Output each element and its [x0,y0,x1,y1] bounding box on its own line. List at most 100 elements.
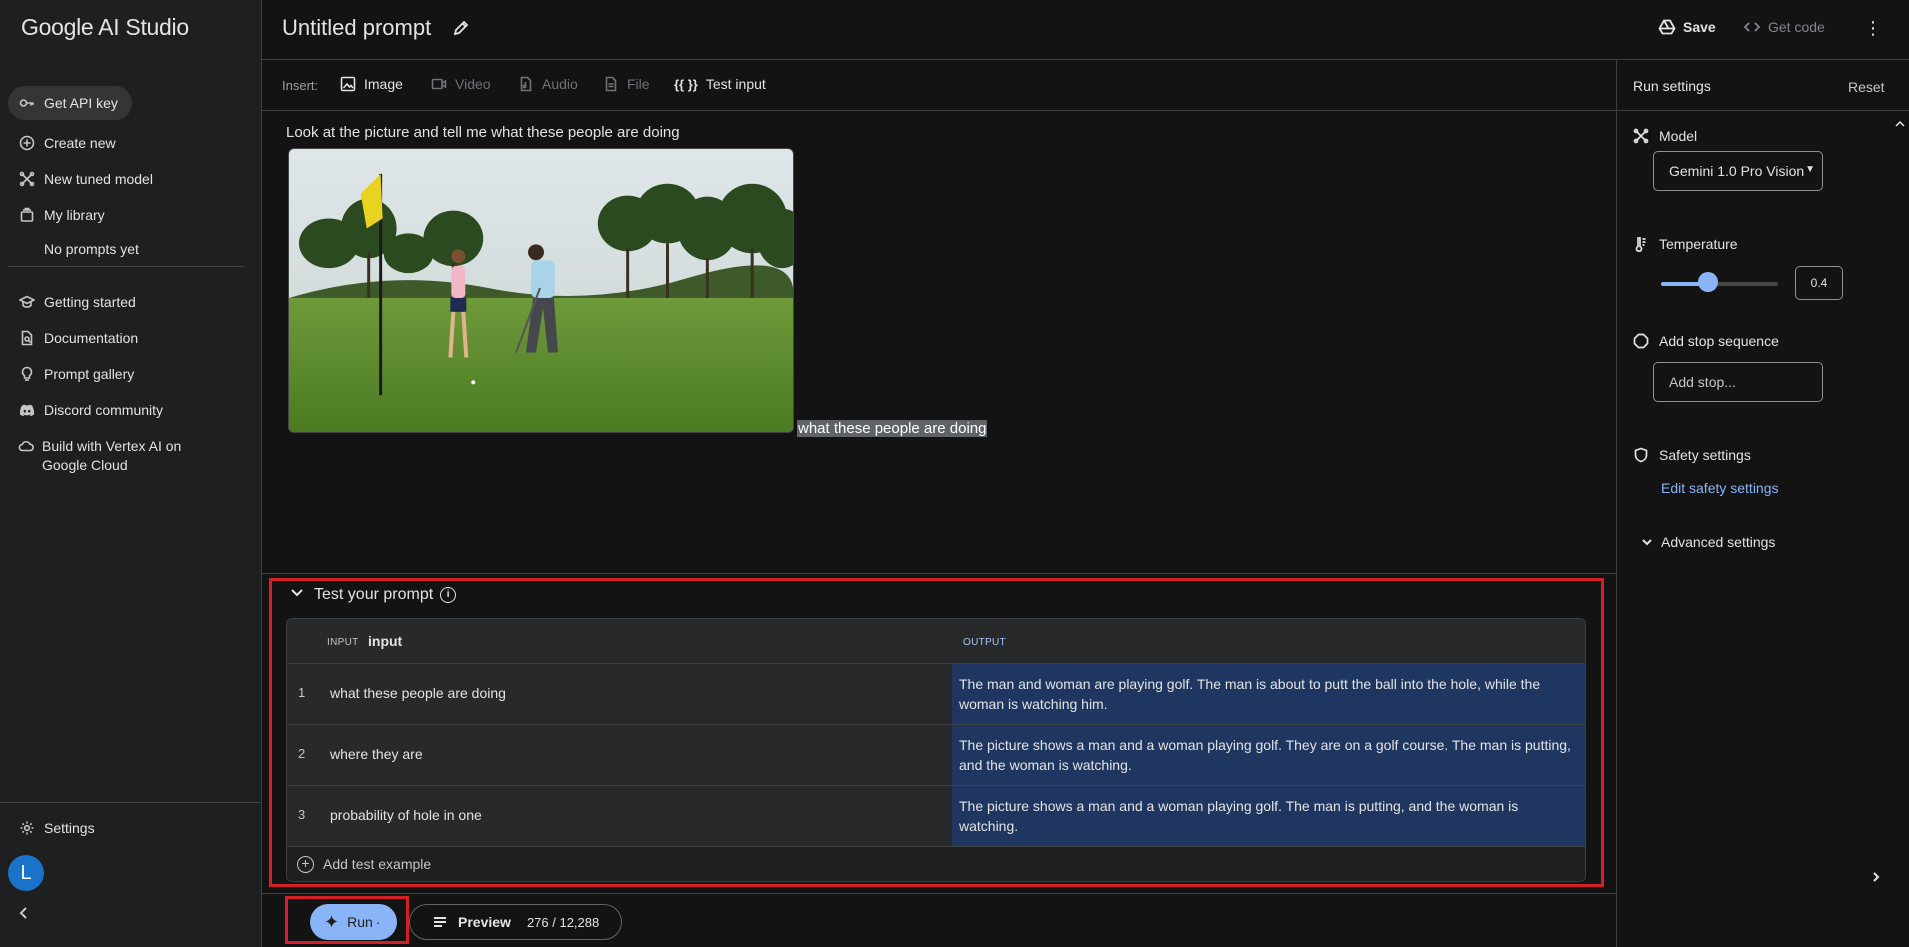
school-icon [18,293,36,311]
stop-sequence-label: Add stop sequence [1659,333,1779,349]
key-icon [18,94,36,112]
insert-audio-button[interactable]: Audio [518,76,578,92]
test-table: INPUT input OUTPUT 1 what these people a… [286,618,1586,882]
sidebar-divider [0,802,262,803]
tune-icon [18,170,36,188]
scroll-up-icon[interactable] [1895,115,1905,127]
row-number: 1 [298,685,306,700]
insert-file-button[interactable]: File [603,76,650,92]
edit-title-button[interactable] [452,19,472,39]
avatar[interactable]: L [8,855,44,891]
add-test-example-button[interactable]: + Add test example [287,847,1585,881]
token-count: 276 / 12,288 [526,914,600,930]
model-value: Gemini 1.0 Pro Vision [1669,163,1805,179]
test-title: Test your prompt [314,585,434,603]
sidebar-item-label: New tuned model [44,171,153,187]
add-circle-icon [18,134,36,152]
advanced-settings-toggle[interactable]: Advanced settings [1641,534,1775,550]
sidebar-item-prompt-gallery[interactable]: Prompt gallery [8,357,148,391]
safety-label: Safety settings [1659,447,1751,463]
sidebar-item-label: Documentation [44,330,139,346]
file-icon [605,76,617,92]
info-icon[interactable]: i [440,586,457,603]
test-header[interactable]: Test your prompt i [290,585,457,604]
row-output: The picture shows a man and a woman play… [952,786,1585,846]
chevron-right-icon[interactable] [1870,870,1884,884]
insert-test-input-button[interactable]: {{ }} Test input [674,76,766,92]
input-column-tag: INPUT [327,637,359,648]
prompt-text[interactable]: Look at the picture and tell me what the… [286,124,680,141]
reset-button[interactable]: Reset [1848,79,1885,95]
video-icon [431,78,447,90]
sidebar-item-label: Build with Vertex AI on Google Cloud [42,438,182,473]
run-suffix: · [375,914,381,930]
sidebar-item-create-new[interactable]: Create new [8,126,130,160]
table-row[interactable]: 2 where they are The picture shows a man… [287,725,1585,786]
prompt-image-golf[interactable] [288,148,794,433]
variable-highlight[interactable]: what these people are doing [797,420,988,437]
stop-sequence-input[interactable]: Add stop... [1653,362,1823,402]
app-root: Google AI Studio Get API key Create new … [0,0,1909,947]
chevron-down-icon[interactable] [290,585,314,604]
temperature-input[interactable]: 0.4 [1795,266,1843,300]
sidebar-item-label: Prompt gallery [44,366,135,382]
row-input[interactable]: where they are [330,746,423,762]
gear-icon [18,819,36,837]
save-button[interactable]: Save [1658,18,1716,36]
model-label: Model [1659,128,1698,144]
table-row[interactable]: 3 probability of hole in one The picture… [287,786,1585,847]
sidebar-item-my-library[interactable]: My library [8,198,119,232]
sidebar-item-settings[interactable]: Settings [8,811,109,845]
insert-image-button[interactable]: Image [340,76,403,92]
run-settings-title: Run settings [1633,78,1711,94]
edit-safety-settings-link[interactable]: Edit safety settings [1661,480,1779,496]
temperature-slider-thumb[interactable] [1697,272,1718,292]
row-input[interactable]: probability of hole in one [330,807,482,823]
table-row[interactable]: 1 what these people are doing The man an… [287,664,1585,725]
model-select[interactable]: Gemini 1.0 Pro Vision ▼ [1653,151,1823,191]
insert-file-label: File [627,76,650,92]
add-circle-icon: + [297,856,314,873]
add-test-example-label: Add test example [323,856,432,872]
input-column-header[interactable]: input [368,633,402,649]
pencil-icon [453,20,469,36]
run-button[interactable]: ✦ Run · [310,904,397,940]
row-input[interactable]: what these people are doing [330,685,506,701]
more-options-icon[interactable]: ⋮ [1864,18,1884,38]
sidebar-item-vertex-ai[interactable]: Build with Vertex AI on Google Cloud [8,433,208,477]
audio-icon [520,76,532,92]
temperature-slider[interactable] [1661,282,1778,286]
chevron-left-icon [19,907,27,919]
braces-icon: {{ }} [674,76,698,92]
library-icon [18,206,36,224]
insert-video-button[interactable]: Video [431,76,491,92]
sidebar-item-get-api-key[interactable]: Get API key [8,86,132,120]
sidebar-item-documentation[interactable]: Documentation [8,321,152,355]
page-title[interactable]: Untitled prompt [282,15,431,41]
sidebar-item-discord[interactable]: Discord community [8,393,177,427]
run-settings-panel: Run settings Reset Model Gemini 1.0 Pro … [1616,60,1909,947]
preview-label: Preview [458,914,511,930]
safety-label-row: Safety settings [1633,447,1751,463]
code-icon [1743,22,1761,32]
dropdown-caret-icon: ▼ [1805,164,1815,175]
document-search-icon [18,329,36,347]
golf-photo [289,149,793,432]
row-output: The man and woman are playing golf. The … [952,664,1585,724]
lightbulb-icon [18,365,36,383]
get-code-label: Get code [1768,19,1825,35]
get-code-button[interactable]: Get code [1743,18,1825,36]
row-number: 2 [298,746,306,761]
sidebar-item-new-tuned-model[interactable]: New tuned model [8,162,167,196]
prompt-editor[interactable]: Look at the picture and tell me what the… [262,111,1616,573]
preview-button[interactable]: Preview 276 / 12,288 [409,904,622,940]
app-logo[interactable]: Google AI Studio [21,14,189,41]
sidebar-item-getting-started[interactable]: Getting started [8,285,150,319]
cloud-icon [18,437,34,455]
list-icon [434,917,446,927]
settings-divider [1617,110,1909,111]
insert-test-input-label: Test input [705,76,766,92]
row-number: 3 [298,807,306,822]
table-header: INPUT input OUTPUT [287,619,1585,664]
collapse-sidebar-button[interactable] [17,906,35,924]
